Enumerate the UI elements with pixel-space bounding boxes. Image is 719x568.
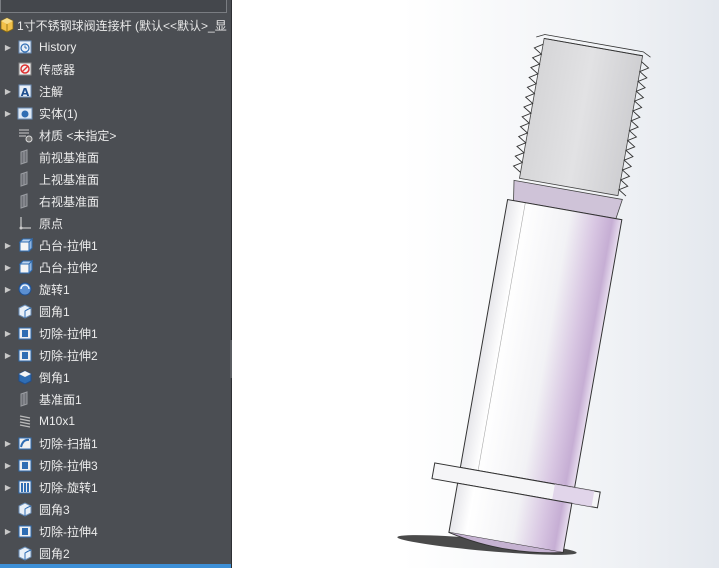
expand-arrow-icon[interactable]: ▶ xyxy=(0,527,16,536)
plane-icon xyxy=(16,148,34,166)
tree-item[interactable]: 倒角1 xyxy=(0,366,231,388)
tree-item[interactable]: 上视基准面 xyxy=(0,168,231,190)
tree-item-label: 前视基准面 xyxy=(39,150,100,165)
material-icon xyxy=(16,126,34,144)
expand-arrow-icon[interactable]: ▶ xyxy=(0,439,16,448)
revolve-icon xyxy=(16,280,34,298)
expand-arrow-icon[interactable]: ▶ xyxy=(0,241,16,250)
tree-item[interactable]: ▶ 切除-旋转1 xyxy=(0,476,231,498)
tree-item-label: 切除-拉伸2 xyxy=(39,348,98,363)
cut-extrude-icon xyxy=(16,456,34,474)
tree-item[interactable]: 传感器 xyxy=(0,58,231,80)
tree-item-label: 凸台-拉伸2 xyxy=(39,260,98,275)
tree-item[interactable]: 基准面1 xyxy=(0,388,231,410)
expand-arrow-icon[interactable]: ▶ xyxy=(0,263,16,272)
boss-extrude-icon xyxy=(16,236,34,254)
sensor-icon xyxy=(16,60,34,78)
thread-icon xyxy=(16,412,34,430)
expand-arrow-icon[interactable]: ▶ xyxy=(0,483,16,492)
tree-item[interactable]: ▶ 切除-拉伸3 xyxy=(0,454,231,476)
tree-item-label: 旋转1 xyxy=(39,282,70,297)
graphics-area[interactable] xyxy=(232,0,719,568)
solid-body-icon xyxy=(16,104,34,122)
tree-item-label: 圆角3 xyxy=(39,502,70,517)
feature-manager-tree: 1寸不锈钢球阀连接杆 (默认<<默认>_显 ▶ History 传感器 ▶ A 注解 ▶ 实体… xyxy=(0,0,231,568)
tree-item-label: M10x1 xyxy=(39,414,76,428)
fillet-icon xyxy=(16,544,34,562)
tree-item[interactable]: 前视基准面 xyxy=(0,146,231,168)
expand-arrow-icon[interactable]: ▶ xyxy=(0,43,16,52)
tree-item-label: 切除-拉伸1 xyxy=(39,326,98,341)
tree-item[interactable]: 圆角2 xyxy=(0,542,231,564)
tree-item-label: 注解 xyxy=(39,84,64,99)
tree-item[interactable]: ▶ 凸台-拉伸1 xyxy=(0,234,231,256)
tree-item-label: 传感器 xyxy=(39,62,76,77)
annotation-icon: A xyxy=(16,82,34,100)
expand-arrow-icon[interactable]: ▶ xyxy=(0,351,16,360)
selected-item-highlight xyxy=(0,564,231,568)
cut-extrude-icon xyxy=(16,324,34,342)
plane-icon xyxy=(16,390,34,408)
tree-item[interactable]: 材质 <未指定> xyxy=(0,124,231,146)
tree-item[interactable]: 右视基准面 xyxy=(0,190,231,212)
svg-text:A: A xyxy=(21,86,30,99)
tree-item-label: 切除-扫描1 xyxy=(39,436,98,451)
tree-item-label: 切除-拉伸3 xyxy=(39,458,98,473)
tree-item[interactable]: ▶ 切除-拉伸4 xyxy=(0,520,231,542)
boss-extrude-icon xyxy=(16,258,34,276)
origin-icon xyxy=(16,214,34,232)
tree-item[interactable]: M10x1 xyxy=(0,410,231,432)
tree-item[interactable]: ▶ 凸台-拉伸2 xyxy=(0,256,231,278)
expand-arrow-icon[interactable]: ▶ xyxy=(0,461,16,470)
tree-root-part[interactable]: 1寸不锈钢球阀连接杆 (默认<<默认>_显 xyxy=(0,14,231,36)
tree-item-label: 圆角2 xyxy=(39,546,70,561)
fillet-icon xyxy=(16,500,34,518)
tree-filter-box[interactable] xyxy=(0,0,227,13)
tree-item-label: 切除-拉伸4 xyxy=(39,524,98,539)
tree-item-label: 基准面1 xyxy=(39,392,82,407)
cut-revolve-icon xyxy=(16,478,34,496)
plane-icon xyxy=(16,170,34,188)
history-icon xyxy=(16,38,34,56)
plane-icon xyxy=(16,192,34,210)
tree-item[interactable]: ▶ A 注解 xyxy=(0,80,231,102)
tree-item[interactable]: 圆角1 xyxy=(0,300,231,322)
cut-extrude-icon xyxy=(16,522,34,540)
tree-item[interactable]: 原点 xyxy=(0,212,231,234)
expand-arrow-icon[interactable]: ▶ xyxy=(0,109,16,118)
tree-item-label: 材质 <未指定> xyxy=(39,128,117,143)
tree-item-label: 右视基准面 xyxy=(39,194,100,209)
chamfer-icon xyxy=(16,368,34,386)
cut-extrude-icon xyxy=(16,346,34,364)
thread-section xyxy=(512,34,651,197)
tree-item[interactable]: ▶ 切除-拉伸1 xyxy=(0,322,231,344)
tree-item[interactable]: ▶ 切除-拉伸2 xyxy=(0,344,231,366)
tree-item-label: 实体(1) xyxy=(39,106,78,121)
tree-item-label: History xyxy=(39,40,77,54)
tree-item-label: 原点 xyxy=(39,216,64,231)
cut-sweep-icon xyxy=(16,434,34,452)
expand-arrow-icon[interactable]: ▶ xyxy=(0,285,16,294)
tree-item-label: 凸台-拉伸1 xyxy=(39,238,98,253)
tree-item[interactable]: 圆角3 xyxy=(0,498,231,520)
tree-item-label: 上视基准面 xyxy=(39,172,100,187)
tree-root-label: 1寸不锈钢球阀连接杆 (默认<<默认>_显 xyxy=(17,18,227,33)
shank-cylinder xyxy=(459,179,623,489)
tree-item[interactable]: ▶ 切除-扫描1 xyxy=(0,432,231,454)
tree-item[interactable]: ▶ History xyxy=(0,36,231,58)
expand-arrow-icon[interactable]: ▶ xyxy=(0,87,16,96)
expand-arrow-icon[interactable]: ▶ xyxy=(0,329,16,338)
part-model-view[interactable] xyxy=(232,0,719,568)
part-icon xyxy=(0,17,14,33)
tree-item[interactable]: ▶ 实体(1) xyxy=(0,102,231,124)
tree-item-label: 切除-旋转1 xyxy=(39,480,98,495)
fillet-icon xyxy=(16,302,34,320)
tree-item-label: 圆角1 xyxy=(39,304,70,319)
tree-item-label: 倒角1 xyxy=(39,370,70,385)
tree-item[interactable]: ▶ 旋转1 xyxy=(0,278,231,300)
